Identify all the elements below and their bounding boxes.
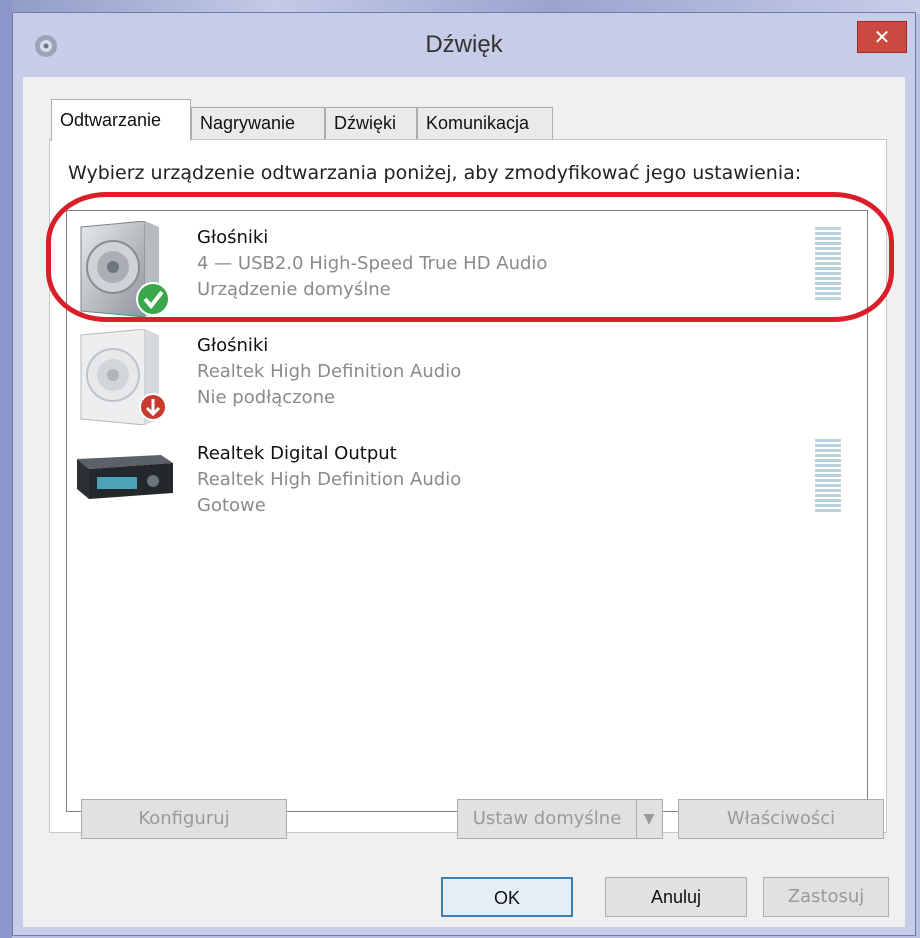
- title-bar[interactable]: Dźwięk ✕: [13, 13, 915, 77]
- tab-recording[interactable]: Nagrywanie: [191, 107, 325, 139]
- volume-meter: [815, 439, 841, 514]
- digital-output-receiver-icon: [77, 455, 173, 499]
- device-driver: Realtek High Definition Audio: [197, 361, 462, 382]
- speaker-default-icon: [80, 221, 170, 317]
- tab-communications[interactable]: Komunikacja: [417, 107, 553, 139]
- cancel-button[interactable]: Anuluj: [605, 877, 747, 917]
- device-item[interactable]: Głośniki Realtek High Definition Audio N…: [67, 319, 867, 427]
- volume-meter: [815, 227, 841, 302]
- device-item[interactable]: Głośniki 4 — USB2.0 High-Speed True HD A…: [67, 211, 867, 319]
- device-status: Gotowe: [197, 495, 266, 516]
- ok-button[interactable]: OK: [441, 877, 573, 917]
- device-driver: Realtek High Definition Audio: [197, 469, 462, 490]
- properties-button[interactable]: Właściwości: [678, 799, 884, 839]
- instruction-text: Wybierz urządzenie odtwarzania poniżej, …: [68, 162, 802, 184]
- apply-button[interactable]: Zastosuj: [763, 877, 889, 917]
- dialog-client-area: Odtwarzanie Nagrywanie Dźwięki Komunikac…: [23, 77, 905, 927]
- device-list[interactable]: Głośniki 4 — USB2.0 High-Speed True HD A…: [66, 210, 868, 812]
- sound-dialog: Dźwięk ✕ Odtwarzanie Nagrywanie Dźwięki …: [12, 12, 916, 936]
- device-name: Realtek Digital Output: [197, 443, 397, 464]
- speaker-disconnected-icon: [80, 329, 167, 425]
- set-default-button[interactable]: Ustaw domyślne: [458, 800, 637, 838]
- desktop-background-left: [0, 0, 12, 938]
- playback-panel: Wybierz urządzenie odtwarzania poniżej, …: [49, 139, 887, 833]
- tab-sounds[interactable]: Dźwięki: [325, 107, 417, 139]
- device-name: Głośniki: [197, 335, 269, 356]
- window-title: Dźwięk: [425, 31, 503, 58]
- chevron-down-icon[interactable]: ▼: [636, 800, 662, 838]
- close-button[interactable]: ✕: [857, 21, 907, 53]
- device-status: Nie podłączone: [197, 387, 336, 408]
- device-driver: 4 — USB2.0 High-Speed True HD Audio: [197, 253, 548, 274]
- set-default-split-button[interactable]: Ustaw domyślne ▼: [457, 799, 663, 839]
- device-item[interactable]: Realtek Digital Output Realtek High Defi…: [67, 427, 867, 535]
- configure-button[interactable]: Konfiguruj: [81, 799, 287, 839]
- device-name: Głośniki: [197, 227, 269, 248]
- tab-playback[interactable]: Odtwarzanie: [51, 99, 191, 141]
- device-status: Urządzenie domyślne: [197, 279, 391, 300]
